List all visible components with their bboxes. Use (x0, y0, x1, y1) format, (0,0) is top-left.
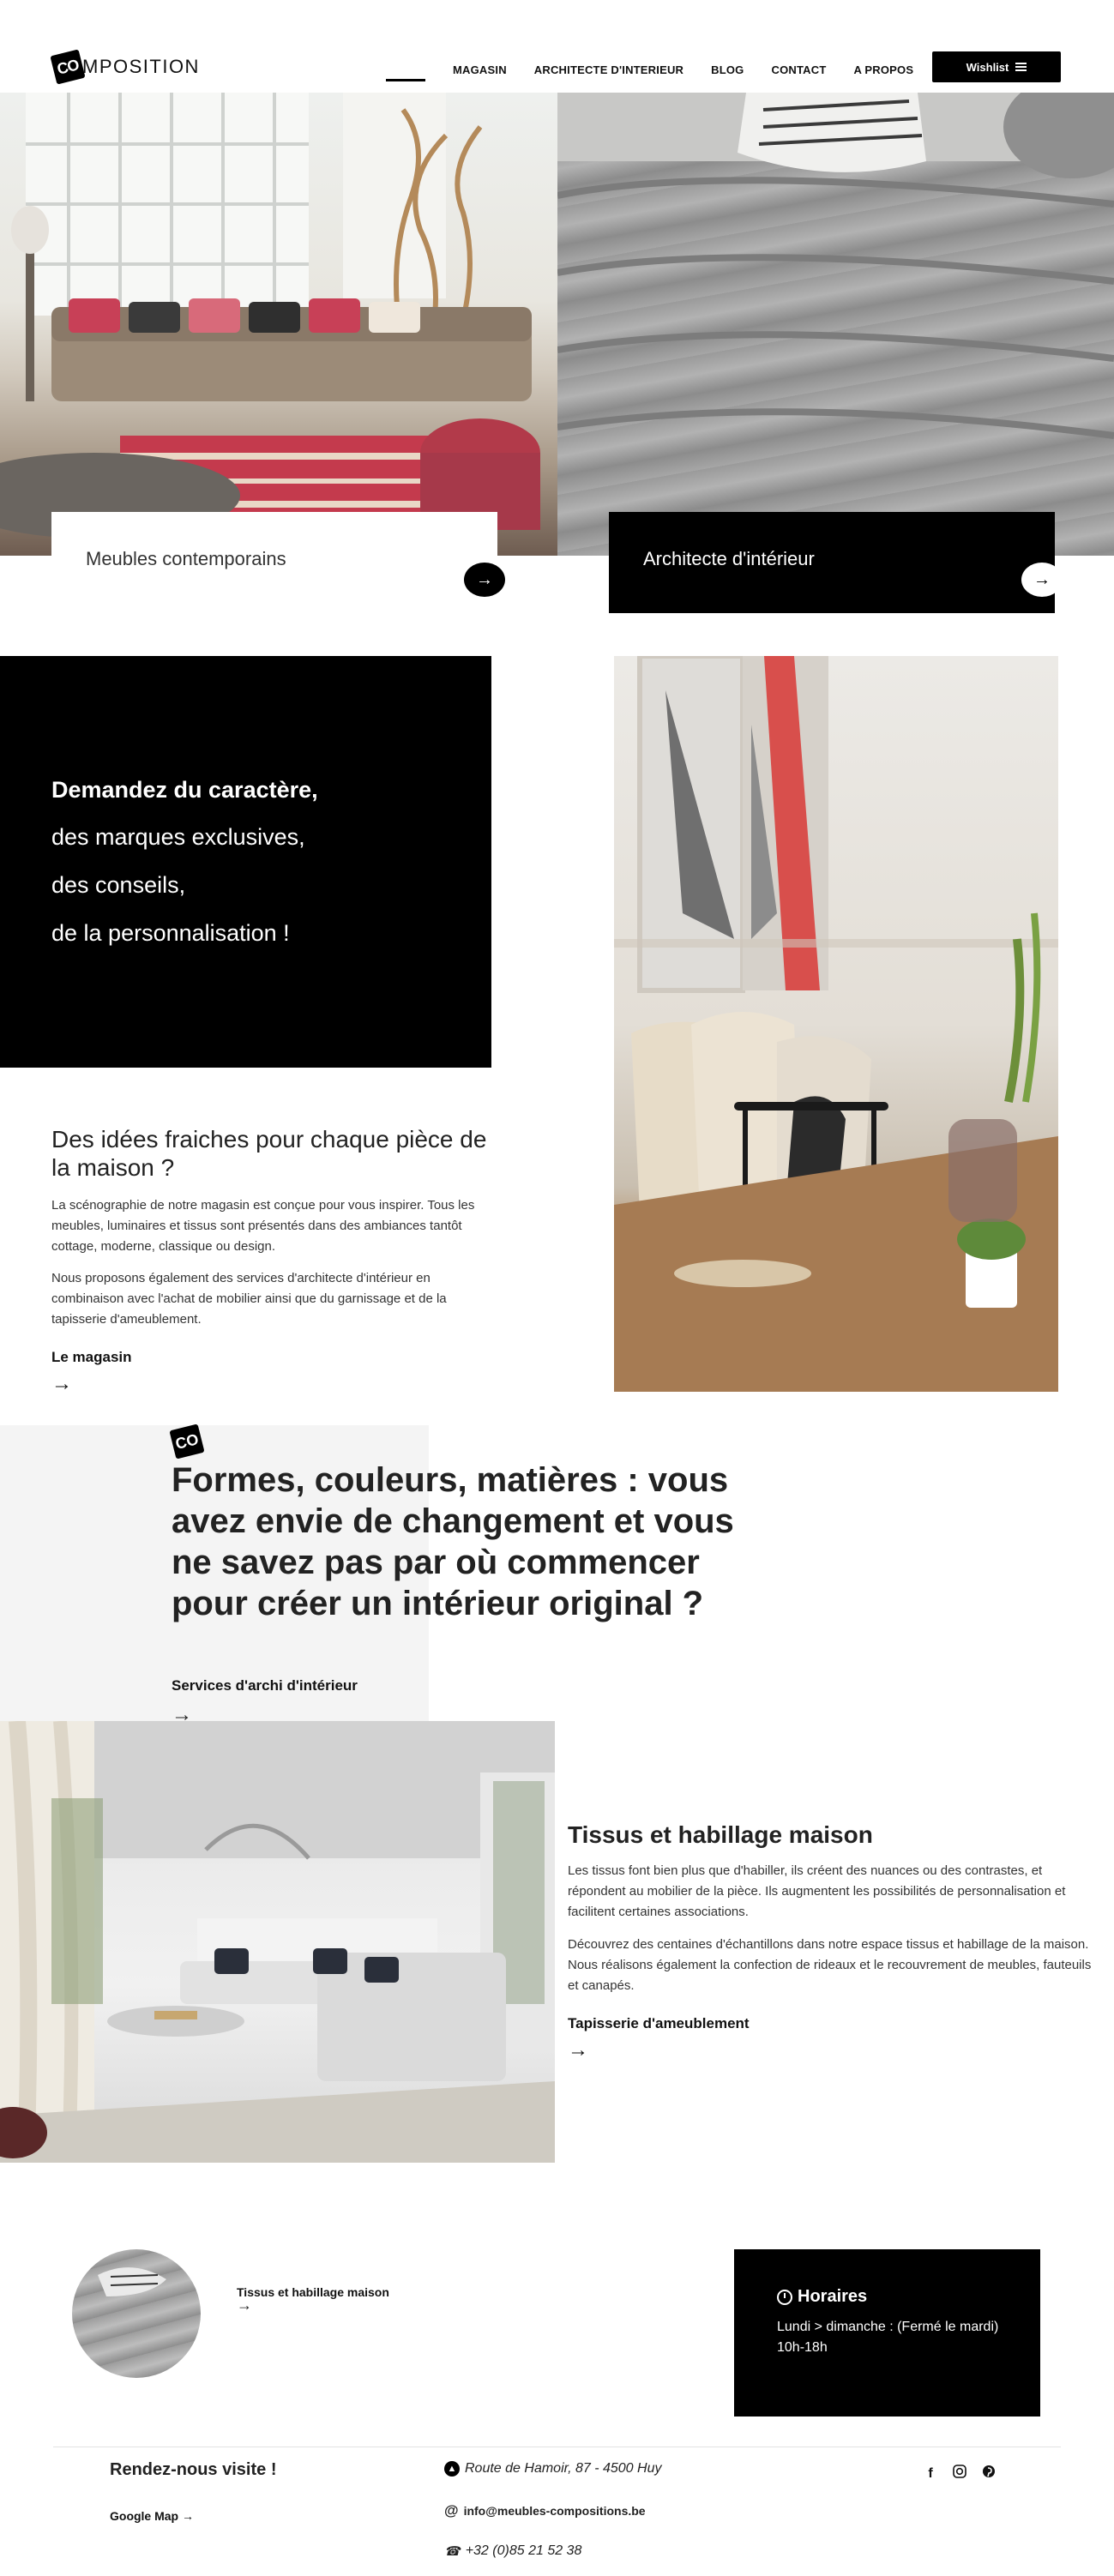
hours-days: Lundi > dimanche : (Fermé le mardi) (777, 2320, 999, 2334)
hours-header: Horaires (777, 2287, 1040, 2307)
google-map-label: Google Map (110, 2509, 179, 2523)
address-row: ▲ Route de Hamoir, 87 - 4500 Huy (444, 2461, 661, 2477)
hero-sofa-fabric-image (557, 93, 1114, 556)
logo-mark: CO (50, 49, 86, 85)
instagram-icon[interactable] (951, 2465, 968, 2483)
wishlist-button[interactable]: Wishlist (932, 51, 1061, 82)
white-living-room-illustration (0, 1721, 555, 2163)
hero-living-room-image (0, 93, 557, 556)
interior-room-image (614, 656, 1058, 1392)
site-header: CO MPOSITION MAGASIN ARCHITECTE D'INTERI… (0, 0, 1114, 93)
hours-title: Horaires (798, 2287, 868, 2306)
tissus-paragraph-2: Découvrez des centaines d'échantillons d… (568, 1937, 1092, 1993)
nav-blog[interactable]: BLOG (711, 63, 744, 76)
tagline-line-2: des marques exclusives, (51, 824, 305, 850)
logo-text: MPOSITION (82, 56, 200, 77)
tissus-section: Tissus et habillage maison Les tissus fo… (568, 1821, 1099, 2061)
services-archi-link[interactable]: Services d'archi d'intérieur (172, 1677, 358, 1694)
nav-contact[interactable]: CONTACT (771, 63, 826, 76)
living-room-illustration (0, 93, 540, 539)
ideas-paragraph-1: La scénographie de notre magasin est con… (51, 1198, 475, 1254)
arrow-right-icon[interactable]: → (568, 2040, 1099, 2061)
arrow-right-icon[interactable]: → (237, 2296, 252, 2314)
google-map-link[interactable]: Google Map → (110, 2509, 194, 2523)
tagline-line-1: Demandez du caractère, (51, 777, 318, 803)
interior-room-illustration (614, 656, 1058, 1392)
opening-hours-box: Horaires Lundi > dimanche : (Fermé le ma… (734, 2249, 1040, 2417)
arrow-right-button-meubles[interactable]: → (464, 563, 505, 597)
phone-icon: ☎ (444, 2544, 461, 2559)
wishlist-label: Wishlist (966, 60, 1009, 74)
site-logo[interactable]: CO MPOSITION (50, 49, 200, 85)
white-living-room-image (0, 1721, 555, 2163)
ideas-section: Des idées fraiches pour chaque pièce de … (51, 1125, 489, 1394)
card-meubles-contemporains[interactable]: Meubles contemporains (51, 512, 497, 613)
main-nav: MAGASIN ARCHITECTE D'INTERIEUR BLOG CONT… (386, 58, 927, 81)
nav-magasin[interactable]: MAGASIN (453, 63, 507, 76)
fabric-round-illustration (98, 2267, 166, 2296)
tapisserie-link[interactable]: Tapisserie d'ameublement (568, 2015, 1099, 2032)
tagline-line-4: de la personnalisation ! (51, 920, 290, 946)
social-links: f (922, 2465, 997, 2483)
email-text: info@meubles-compositions.be (463, 2504, 646, 2518)
nav-active-underline (386, 79, 425, 81)
facebook-icon[interactable]: f (922, 2466, 939, 2482)
pinterest-icon[interactable] (980, 2465, 997, 2483)
formes-title: Formes, couleurs, matières : vous avez e… (172, 1461, 734, 1622)
arrow-right-icon: → (182, 2509, 195, 2523)
nav-architecte[interactable]: ARCHITECTE D'INTERIEUR (534, 63, 683, 76)
nav-a-propos[interactable]: A PROPOS (853, 63, 913, 76)
address-text: Route de Hamoir, 87 - 4500 Huy (465, 2461, 662, 2476)
tissus-title: Tissus et habillage maison (568, 1821, 873, 1848)
fabric-round-image (72, 2249, 201, 2378)
phone-row[interactable]: ☎ +32 (0)85 21 52 38 (444, 2543, 581, 2559)
list-icon (1015, 63, 1027, 71)
arrow-right-button-architecte[interactable]: → (1021, 563, 1063, 597)
email-row[interactable]: @ info@meubles-compositions.be (444, 2502, 646, 2519)
visit-heading: Rendez-nous visite ! (110, 2460, 277, 2479)
le-magasin-link[interactable]: Le magasin (51, 1349, 489, 1366)
clock-icon (777, 2289, 792, 2305)
location-icon: ▲ (444, 2461, 460, 2477)
tissus-paragraph-1: Les tissus font bien plus que d'habiller… (568, 1863, 1066, 1919)
phone-text: +32 (0)85 21 52 38 (465, 2543, 582, 2558)
card-title-meubles: Meubles contemporains (86, 548, 286, 569)
hours-time: 10h-18h (777, 2340, 828, 2355)
ideas-paragraph-2: Nous proposons également des services d'… (51, 1271, 447, 1327)
arrow-right-icon[interactable]: → (51, 1374, 489, 1394)
sofa-fabric-illustration (557, 93, 1114, 439)
at-icon: @ (444, 2502, 459, 2519)
tissus-mini-link[interactable]: Tissus et habillage maison (237, 2285, 389, 2299)
tagline-line-3: des conseils, (51, 872, 186, 898)
tagline-box: Demandez du caractère, des marques exclu… (0, 656, 491, 1068)
ideas-title: Des idées fraiches pour chaque pièce de … (51, 1126, 487, 1181)
card-architecte[interactable]: Architecte d'intérieur (609, 512, 1055, 613)
card-title-architecte: Architecte d'intérieur (643, 548, 815, 569)
